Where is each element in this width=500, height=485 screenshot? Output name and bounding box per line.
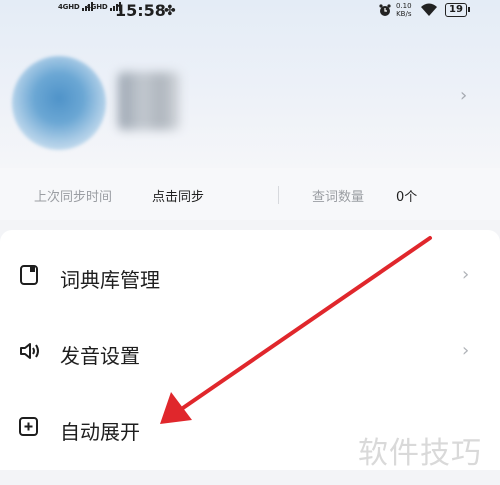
menu-item-label: 词典库管理 xyxy=(60,268,160,292)
avatar[interactable] xyxy=(12,56,106,150)
chevron-right-icon: › xyxy=(462,340,470,361)
menu-item-dictionary-management[interactable]: 词典库管理 › xyxy=(0,242,500,318)
menu-item-label: 自动展开 xyxy=(60,420,140,444)
expand-plus-icon xyxy=(19,417,38,436)
fan-icon: ✤ xyxy=(164,3,176,19)
alarm-icon xyxy=(379,4,391,16)
lookup-count-value: 0个 xyxy=(396,190,418,205)
sync-now-button[interactable]: 点击同步 xyxy=(152,186,204,205)
watermark-text: 软件技巧 xyxy=(358,436,482,471)
wifi-icon xyxy=(421,3,437,16)
menu-item-label: 发音设置 xyxy=(60,344,140,368)
status-bar: 4GHD 4GHD 15:58 ✤ 0.10 KB/s 19 xyxy=(0,0,500,26)
sync-stats-bar: 上次同步时间 点击同步 查词数量 0个 xyxy=(0,168,500,220)
dictionary-icon xyxy=(20,265,38,285)
lookup-count-label: 查词数量 xyxy=(312,190,365,205)
profile-chevron-right-icon[interactable]: › xyxy=(460,85,467,106)
status-time: 15:58 xyxy=(115,1,166,20)
blurred-nickname xyxy=(118,72,180,130)
divider xyxy=(278,186,279,204)
battery-indicator: 19 xyxy=(445,3,470,17)
profile-header[interactable]: 4GHD 4GHD 15:58 ✤ 0.10 KB/s 19 › xyxy=(0,0,500,168)
speaker-icon xyxy=(20,343,39,359)
menu-item-pronunciation-settings[interactable]: 发音设置 › xyxy=(0,318,500,394)
chevron-right-icon: › xyxy=(462,264,470,285)
network-speed: 0.10 KB/s xyxy=(396,2,412,18)
last-sync-label: 上次同步时间 xyxy=(34,190,113,205)
